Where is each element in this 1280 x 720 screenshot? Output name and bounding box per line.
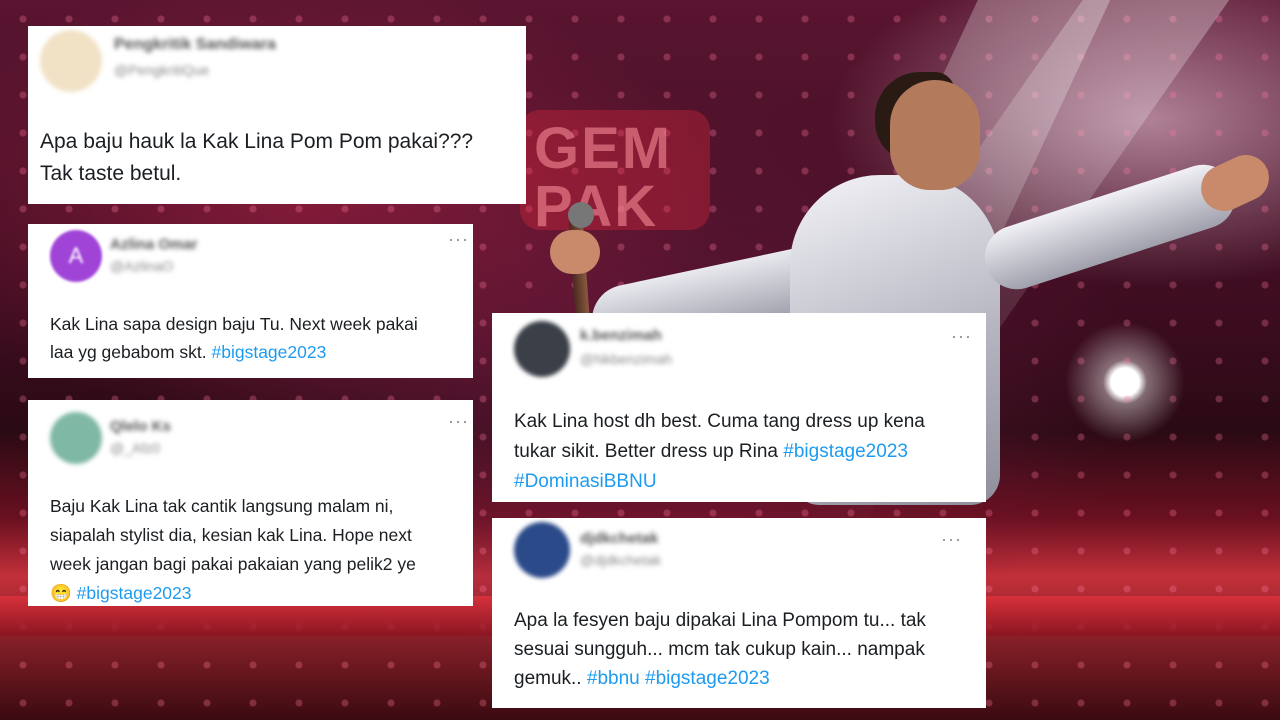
tweet-text-line: 😁 #bigstage2023 (50, 579, 416, 608)
tweet-card: Pengkritik Sandiwara @PengkritiQue Apa b… (28, 26, 526, 204)
tweet-text-line: Apa baju hauk la Kak Lina Pom Pom pakai?… (40, 130, 474, 153)
tweet-author-handle[interactable]: @_Afz0 (110, 440, 160, 456)
tweet-author-name[interactable]: Azlina Omar (110, 236, 198, 253)
tweet-text: Kak Lina sapa design baju Tu. Next week … (50, 310, 418, 366)
avatar[interactable] (40, 30, 102, 92)
tweet-text-line: tukar sikit. Better dress up Rina #bigst… (514, 437, 925, 467)
tweet-author-handle[interactable]: @djdkchetak (580, 552, 661, 568)
tweet-text-segment: tukar sikit. Better dress up Rina (514, 441, 778, 462)
tweet-text-segment: gemuk.. (514, 668, 582, 689)
tweet-author-name[interactable]: djdkchetak (580, 530, 658, 547)
avatar[interactable] (514, 321, 570, 377)
tweet-text-line: #DominasiBBNU (514, 467, 925, 497)
tweet-text-line: week jangan bagi pakai pakaian yang peli… (50, 554, 416, 574)
more-dots-icon[interactable]: ··· (448, 230, 469, 248)
tweet-text-line: Kak Lina host dh best. Cuma tang dress u… (514, 411, 925, 432)
tweet-text-line: laa yg gebabom skt. #bigstage2023 (50, 338, 418, 366)
tweet-text-line: Tak taste betul. (40, 162, 182, 185)
hashtag-link[interactable]: #DominasiBBNU (514, 471, 657, 492)
tweet-text: Apa baju hauk la Kak Lina Pom Pom pakai?… (40, 126, 473, 190)
tweet-text-line: sesuai sungguh... mcm tak cukup kain... … (514, 639, 925, 660)
tweet-text-line: Apa la fesyen baju dipakai Lina Pompom t… (514, 610, 926, 631)
performer-left-hand (550, 230, 600, 274)
tweet-text: Apa la fesyen baju dipakai Lina Pompom t… (514, 606, 926, 693)
tweet-text: Kak Lina host dh best. Cuma tang dress u… (514, 407, 925, 497)
microphone-head (568, 202, 594, 228)
tweet-author-handle[interactable]: @PengkritiQue (114, 62, 209, 78)
hashtag-link[interactable]: #bigstage2023 (77, 583, 192, 603)
tweet-text-line: gemuk.. #bbnu #bigstage2023 (514, 664, 926, 693)
hashtag-link[interactable]: #bbnu (587, 668, 640, 689)
tweet-author-name[interactable]: Qlelo Ks (110, 418, 171, 435)
tweet-author-name[interactable]: Pengkritik Sandiwara (114, 36, 276, 54)
hashtag-link[interactable]: #bigstage2023 (212, 342, 327, 362)
more-dots-icon[interactable]: ··· (448, 412, 469, 430)
avatar[interactable]: A (50, 230, 102, 282)
tweet-card: A Azlina Omar @AzlinaO ··· Kak Lina sapa… (28, 224, 473, 378)
avatar[interactable] (514, 522, 570, 578)
tweet-card: k.benzimah @Nkbenzimah ··· Kak Lina host… (492, 313, 986, 502)
performer-head (890, 80, 980, 190)
more-dots-icon[interactable]: ··· (941, 530, 962, 548)
tweet-author-handle[interactable]: @AzlinaO (110, 258, 173, 274)
tweet-card: Qlelo Ks @_Afz0 ··· Baju Kak Lina tak ca… (28, 400, 473, 606)
hashtag-link[interactable]: #bigstage2023 (783, 441, 908, 462)
hashtag-link[interactable]: #bigstage2023 (645, 668, 770, 689)
grinning-face-emoji: 😁 (50, 583, 72, 603)
avatar[interactable] (50, 412, 102, 464)
tweet-card: djdkchetak @djdkchetak ··· Apa la fesyen… (492, 518, 986, 708)
tweet-text: Baju Kak Lina tak cantik langsung malam … (50, 492, 416, 608)
more-dots-icon[interactable]: ··· (951, 327, 972, 345)
tweet-text-line: Kak Lina sapa design baju Tu. Next week … (50, 314, 418, 334)
tweet-author-handle[interactable]: @Nkbenzimah (580, 351, 672, 367)
tweet-text-line: Baju Kak Lina tak cantik langsung malam … (50, 496, 394, 516)
tweet-text-segment: laa yg gebabom skt. (50, 342, 207, 362)
tweet-author-name[interactable]: k.benzimah (580, 327, 662, 344)
tweet-text-line: siapalah stylist dia, kesian kak Lina. H… (50, 525, 412, 545)
